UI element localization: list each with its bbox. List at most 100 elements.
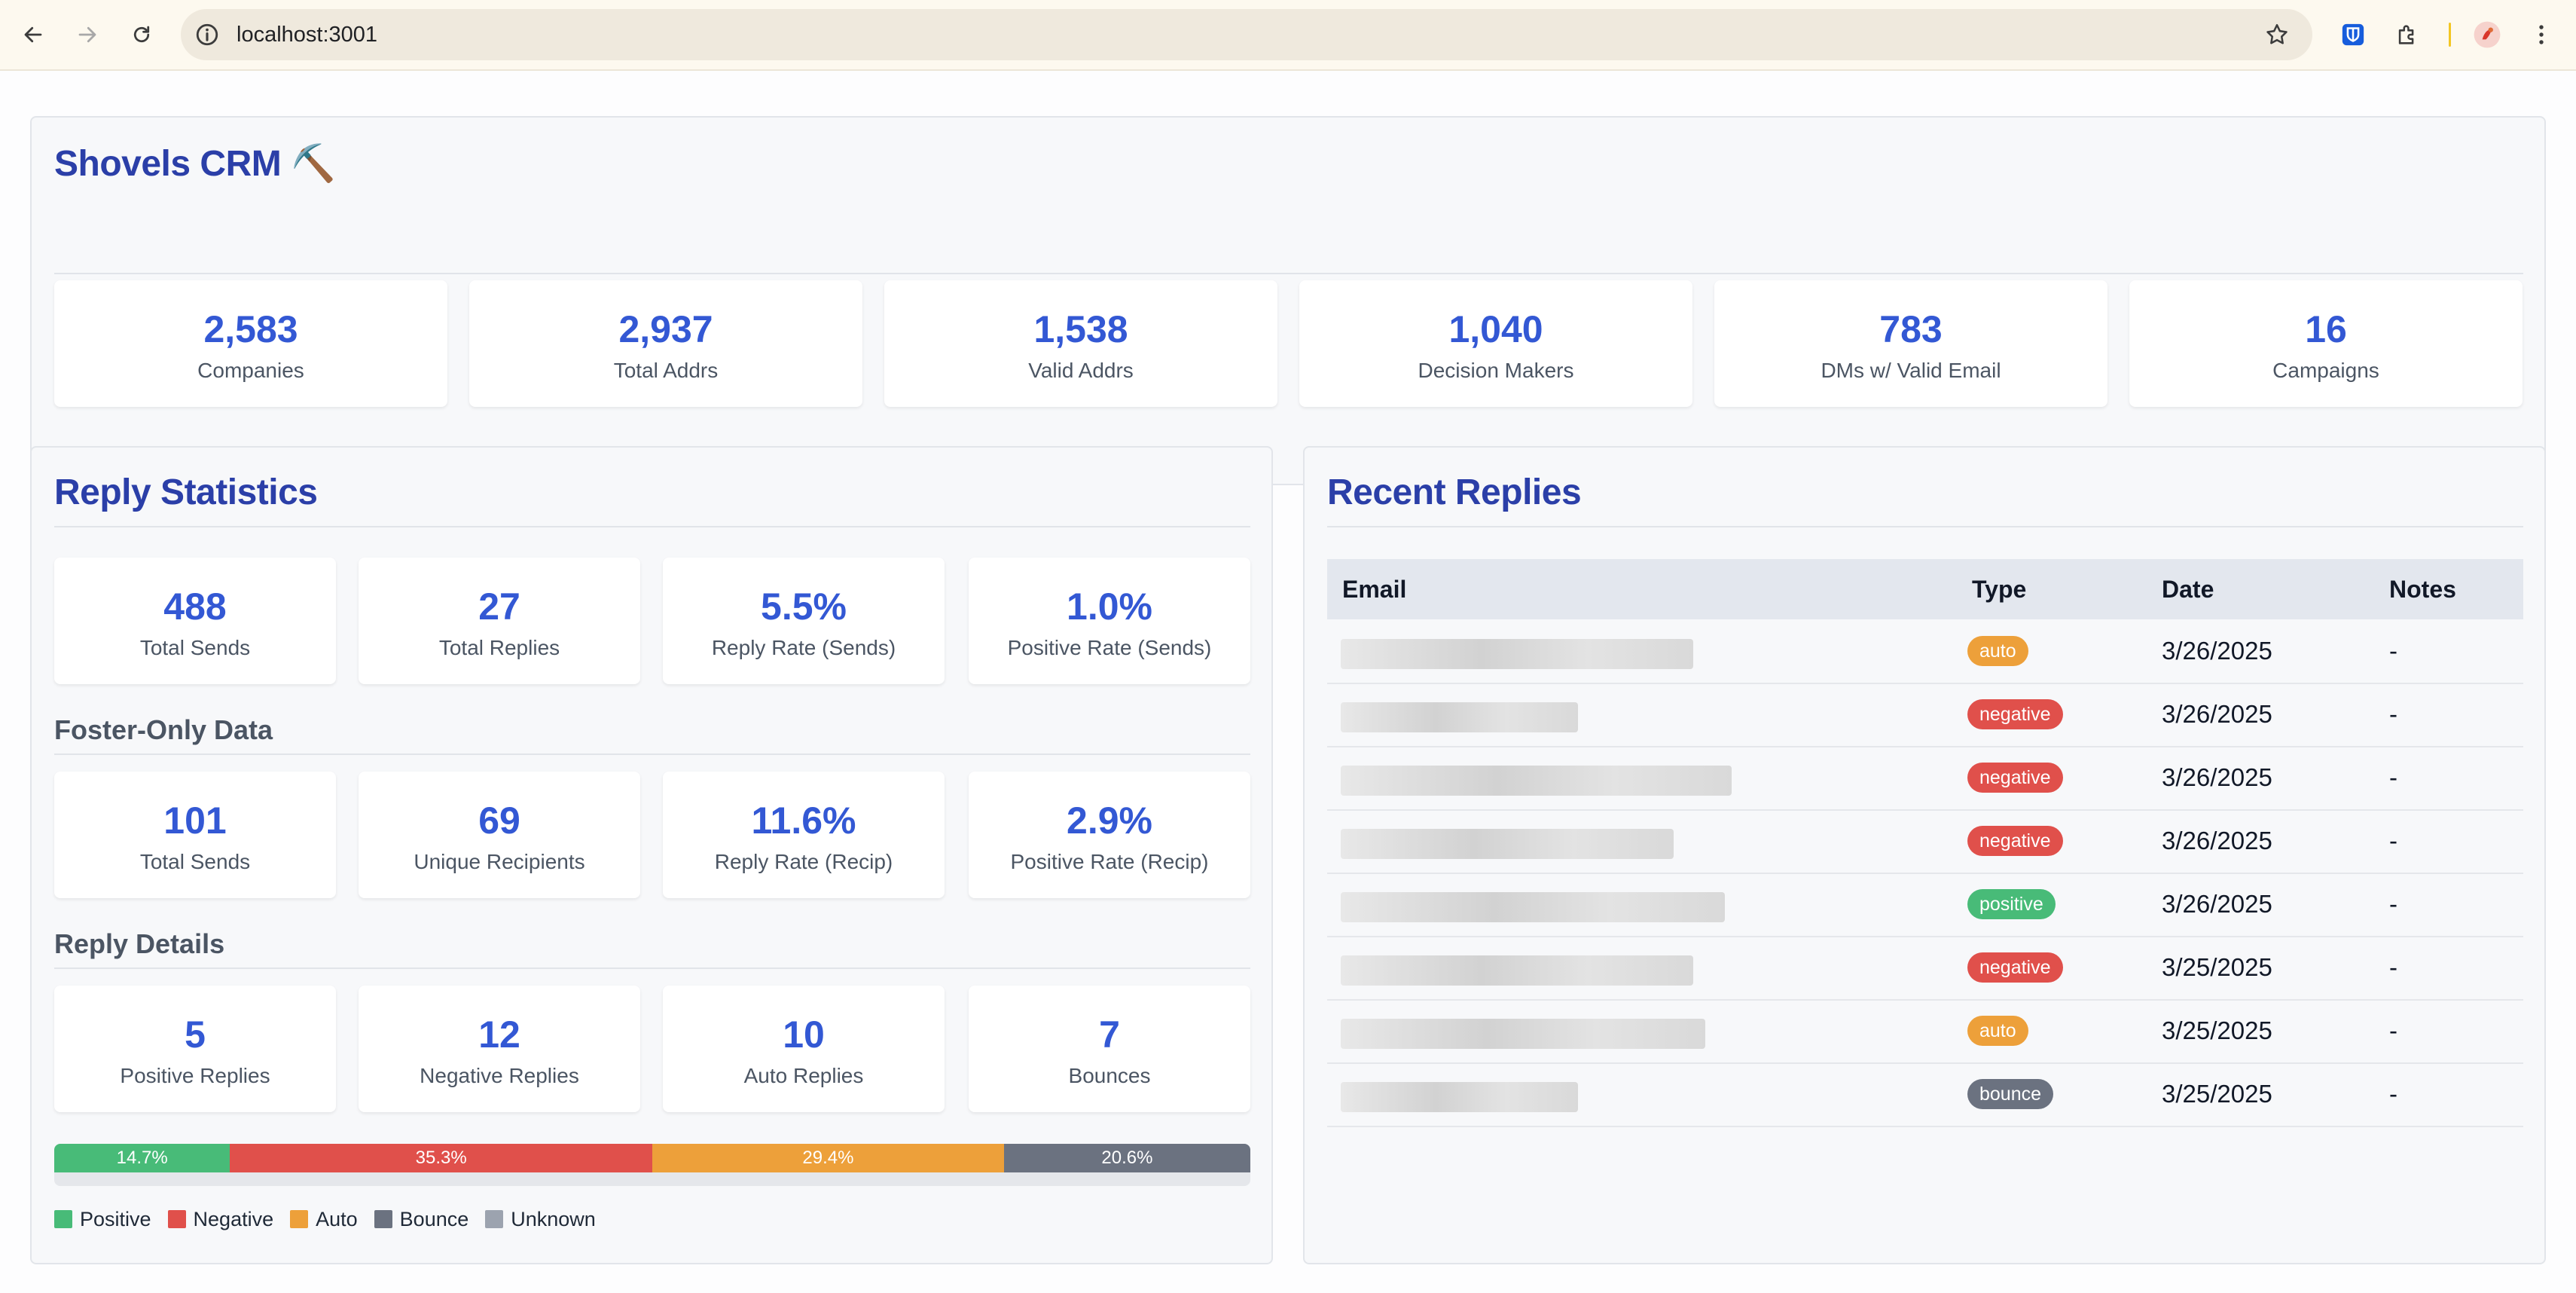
legend-label: Bounce: [399, 1207, 469, 1230]
reply-date: 3/25/2025: [2162, 953, 2272, 981]
reply-type-badge: negative: [1967, 952, 2063, 983]
back-button[interactable]: [15, 17, 51, 53]
reload-button[interactable]: [124, 17, 160, 53]
reply-notes: -: [2389, 953, 2397, 981]
stat-value: 101: [163, 799, 227, 842]
browser-toolbar: localhost:3001: [0, 0, 2576, 71]
stat-card-campaigns: 16 Campaigns: [2129, 280, 2523, 407]
profile-avatar[interactable]: [2469, 17, 2505, 53]
legend-item-positive: Positive: [54, 1208, 151, 1231]
legend-label: Unknown: [511, 1207, 596, 1230]
avatar-icon: [2474, 21, 2501, 48]
page-title: Shovels CRM ⛏️: [54, 142, 336, 185]
reply-distribution-legend: Positive Negative Auto Bounce Unknown: [54, 1206, 612, 1233]
table-row[interactable]: positive 3/26/2025 -: [1327, 873, 2523, 937]
redacted-email: [1341, 1019, 1705, 1049]
reply-type-badge: negative: [1967, 826, 2063, 856]
table-row[interactable]: negative 3/25/2025 -: [1327, 936, 2523, 1001]
bookmark-star-icon[interactable]: [2264, 22, 2290, 47]
stat-label: Total Addrs: [613, 359, 719, 382]
bar-segment-auto: 29.4%: [652, 1144, 1004, 1172]
bitwarden-extension[interactable]: [2335, 17, 2371, 53]
stat-card-total-sends: 488 Total Sends: [54, 558, 336, 684]
stat-value: 7: [1099, 1013, 1120, 1056]
legend-item-auto: Auto: [290, 1208, 358, 1231]
browser-menu-button[interactable]: [2523, 17, 2559, 53]
stat-label: Negative Replies: [420, 1064, 579, 1087]
recent-replies-card: Recent Replies Email Type Date Notes aut…: [1303, 446, 2546, 1264]
forward-button[interactable]: [69, 17, 105, 53]
legend-swatch: [485, 1210, 504, 1228]
legend-label: Auto: [316, 1207, 358, 1230]
reply-date: 3/26/2025: [2162, 890, 2272, 918]
redacted-email: [1341, 829, 1674, 859]
stat-value: 1.0%: [1067, 585, 1152, 628]
reply-notes: -: [2389, 1016, 2397, 1044]
stat-label: Reply Rate (Sends): [711, 636, 896, 659]
stat-card-unique-recipients: 69 Unique Recipients: [359, 772, 640, 898]
table-row[interactable]: bounce 3/25/2025 -: [1327, 1062, 2523, 1127]
stat-label: Bounces: [1068, 1064, 1151, 1087]
stat-card-negative-replies: 12 Negative Replies: [359, 986, 640, 1112]
stat-label: Auto Replies: [743, 1064, 864, 1087]
stat-label: Decision Makers: [1418, 359, 1574, 382]
pickaxe-icon: ⛏️: [291, 144, 336, 184]
reply-date: 3/25/2025: [2162, 1016, 2272, 1044]
stat-value: 2,937: [618, 308, 713, 350]
redacted-email: [1341, 766, 1732, 796]
stat-card-positive-rate-recip: 2.9% Positive Rate (Recip): [969, 772, 1250, 898]
table-row[interactable]: negative 3/26/2025 -: [1327, 809, 2523, 874]
stat-label: Valid Addrs: [1028, 359, 1134, 382]
stat-label: Companies: [197, 359, 304, 382]
stat-value: 1,040: [1448, 308, 1543, 350]
stat-card-total-addrs: 2,937 Total Addrs: [469, 280, 862, 407]
reply-type-badge: negative: [1967, 699, 2063, 729]
stat-value: 11.6%: [751, 799, 856, 842]
address-bar[interactable]: localhost:3001: [181, 9, 2312, 60]
shield-icon: [2342, 23, 2364, 46]
site-info-icon[interactable]: [194, 22, 220, 47]
stat-card-companies: 2,583 Companies: [54, 280, 447, 407]
table-row[interactable]: negative 3/26/2025 -: [1327, 683, 2523, 747]
replies-table-header: Email Type Date Notes: [1327, 559, 2523, 619]
legend-label: Positive: [80, 1207, 151, 1230]
reply-notes: -: [2389, 637, 2397, 665]
legend-swatch: [290, 1210, 309, 1228]
reply-type-badge: auto: [1967, 636, 2028, 666]
table-row[interactable]: negative 3/26/2025 -: [1327, 746, 2523, 811]
stat-label: DMs w/ Valid Email: [1821, 359, 2001, 382]
stat-value: 69: [478, 799, 520, 842]
legend-item-negative: Negative: [167, 1208, 273, 1231]
stat-card-total-replies: 27 Total Replies: [359, 558, 640, 684]
table-row[interactable]: auto 3/26/2025 -: [1327, 619, 2523, 684]
reply-date: 3/26/2025: [2162, 700, 2272, 728]
stat-card-positive-rate-sends: 1.0% Positive Rate (Sends): [969, 558, 1250, 684]
stat-value: 2.9%: [1067, 799, 1152, 842]
reply-statistics-card: Reply Statistics 488 Total Sends 27 Tota…: [30, 446, 1273, 1264]
legend-item-bounce: Bounce: [374, 1208, 469, 1231]
stat-card-decision-makers: 1,040 Decision Makers: [1299, 280, 1692, 407]
stat-card-auto-replies: 10 Auto Replies: [663, 986, 945, 1112]
reply-notes: -: [2389, 763, 2397, 791]
bar-segment-positive: 14.7%: [54, 1144, 230, 1172]
reply-date: 3/25/2025: [2162, 1080, 2272, 1108]
url-text[interactable]: localhost:3001: [237, 9, 377, 60]
title-divider: [1327, 526, 2523, 527]
stat-label: Unique Recipients: [414, 850, 585, 873]
stat-label: Reply Rate (Recip): [714, 850, 893, 873]
section-divider: [54, 967, 1250, 969]
title-divider: [54, 526, 1250, 527]
more-vertical-icon: [2539, 25, 2544, 44]
stat-value: 5: [185, 1013, 206, 1056]
reply-notes: -: [2389, 827, 2397, 854]
legend-swatch: [167, 1210, 186, 1228]
bar-segment-negative: 35.3%: [230, 1144, 652, 1172]
extensions-button[interactable]: [2389, 17, 2425, 53]
stat-label: Total Sends: [139, 636, 251, 659]
legend-swatch: [54, 1210, 72, 1228]
stat-card-bounces: 7 Bounces: [969, 986, 1250, 1112]
table-row[interactable]: auto 3/25/2025 -: [1327, 999, 2523, 1064]
stat-card-dms-valid-email: 783 DMs w/ Valid Email: [1714, 280, 2107, 407]
reply-date: 3/26/2025: [2162, 637, 2272, 665]
reply-details-title: Reply Details: [54, 928, 225, 959]
